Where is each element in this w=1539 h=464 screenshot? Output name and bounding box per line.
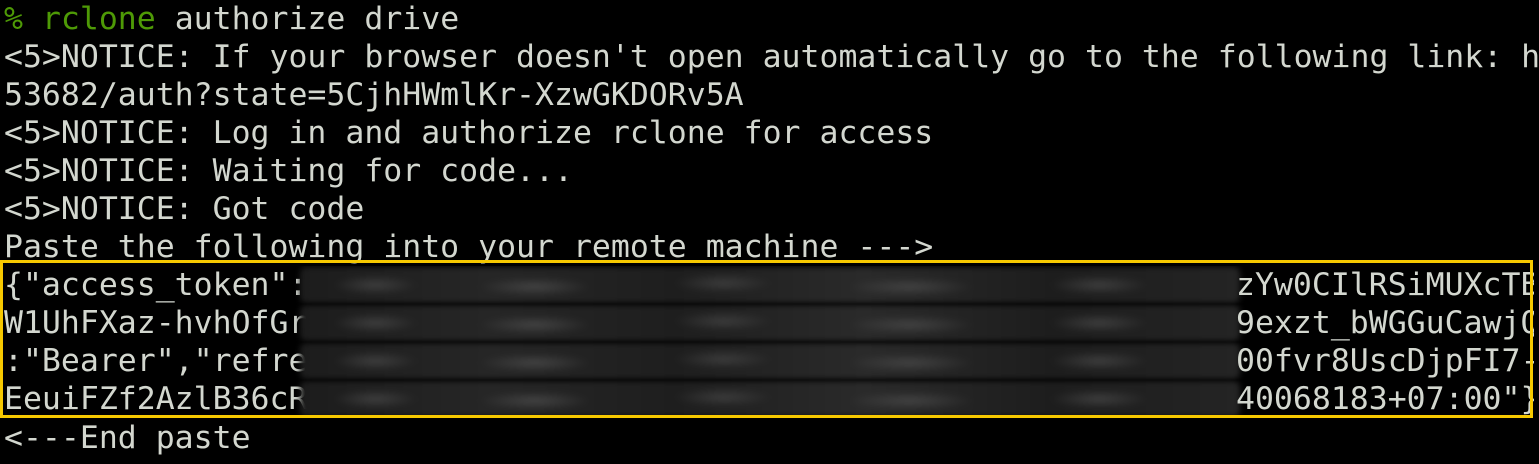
output-line: <5>NOTICE: Waiting for code...: [4, 153, 573, 189]
prompt-symbol: %: [4, 1, 23, 37]
prompt-args: authorize drive: [174, 1, 460, 37]
terminal-window[interactable]: % rclone authorize drive <5>NOTICE: If y…: [0, 0, 1539, 464]
output-line: <5>NOTICE: If your browser doesn't open …: [4, 39, 1539, 75]
output-line: <5>NOTICE: Got code: [4, 191, 365, 227]
prompt-command: rclone: [41, 1, 156, 37]
prompt-line: % rclone authorize drive: [4, 0, 459, 38]
token-highlight-box: [0, 260, 1533, 418]
output-line: 53682/auth?state=5CjhHWmlKr-XzwGKDORv5A: [4, 77, 744, 113]
end-paste-line: <---End paste: [4, 420, 251, 456]
output-line: <5>NOTICE: Log in and authorize rclone f…: [4, 115, 934, 151]
